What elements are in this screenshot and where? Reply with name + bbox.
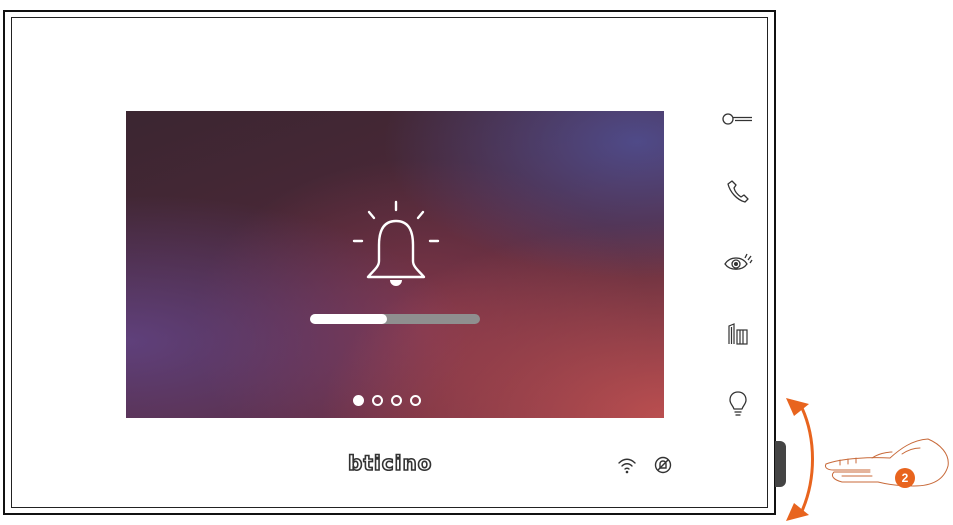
brand-logo: bticino bbox=[347, 450, 433, 476]
scroll-gesture-illustration bbox=[786, 398, 949, 521]
eye-icon bbox=[724, 253, 753, 270]
progress-fill bbox=[310, 314, 387, 324]
bell-icon bbox=[352, 200, 440, 286]
page-dot-4[interactable] bbox=[410, 395, 421, 406]
lightbulb-icon bbox=[729, 391, 747, 416]
page-dot-2[interactable] bbox=[372, 395, 383, 406]
page-dot-1[interactable] bbox=[353, 395, 364, 406]
gate-button[interactable] bbox=[718, 317, 758, 351]
camera-view-button[interactable] bbox=[718, 245, 758, 279]
page-dot-3[interactable] bbox=[391, 395, 402, 406]
progress-bar bbox=[310, 314, 480, 324]
mute-bell-icon bbox=[654, 456, 672, 474]
phone-icon bbox=[727, 180, 749, 203]
hand-icon bbox=[825, 438, 949, 487]
page-indicator bbox=[353, 395, 441, 411]
step-badge: 2 bbox=[895, 468, 915, 488]
light-button[interactable] bbox=[718, 387, 758, 421]
answer-call-button[interactable] bbox=[718, 174, 758, 208]
key-icon bbox=[722, 113, 752, 125]
display-screen bbox=[126, 111, 664, 418]
key-button[interactable] bbox=[718, 102, 758, 136]
gate-icon bbox=[728, 323, 748, 345]
wifi-icon bbox=[618, 458, 636, 474]
double-arrow-icon bbox=[786, 398, 814, 521]
step-number: 2 bbox=[901, 471, 909, 485]
